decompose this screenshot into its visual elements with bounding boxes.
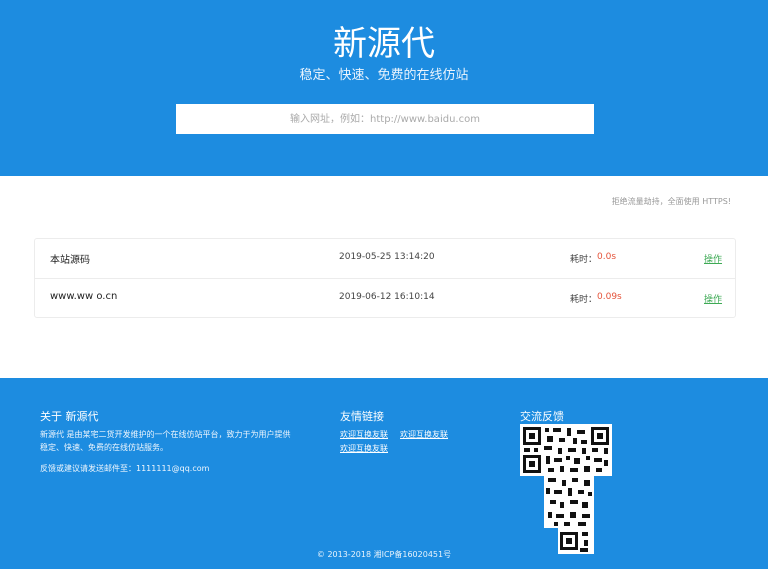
record-cost-label: 耗时： [570, 255, 598, 265]
record-action-link[interactable]: 操作 [704, 252, 722, 265]
https-notice: 拒绝流量劫持，全面使用 HTTPS! [611, 197, 731, 206]
friend-link[interactable]: 欢迎互换友联 [400, 429, 448, 440]
record-time: 2019-05-25 13:14:20 [339, 252, 435, 262]
about-text-line-1: 新源代 是由某宅二货开发维护的一个在线仿站平台，致力于为用户提供 [40, 430, 291, 439]
contact-email-text: 反馈或建议请发送邮件至：1111111@qq.com [40, 464, 210, 473]
friend-link[interactable]: 欢迎互换友联 [340, 443, 388, 454]
record-action-link[interactable]: 操作 [704, 292, 722, 305]
hero-banner: 新源代 稳定、快速、免费的在线仿站 [0, 0, 768, 176]
record-time: 2019-06-12 16:10:14 [339, 292, 435, 302]
record-row: 本站源码 2019-05-25 13:14:20 耗时： 0.0s 操作 [35, 239, 735, 278]
copyright: © 2013-2018 湘ICP备16020451号 [316, 550, 452, 559]
record-name: 本站源码 [50, 255, 90, 266]
record-row: www.ww o.cn 2019-06-12 16:10:14 耗时： 0.09… [35, 278, 735, 317]
record-list: 本站源码 2019-05-25 13:14:20 耗时： 0.0s 操作 www… [34, 238, 736, 318]
record-cost: 0.09s [597, 292, 622, 302]
site-subtitle: 稳定、快速、免费的在线仿站 [299, 68, 469, 83]
record-cost-label: 耗时： [570, 295, 598, 305]
site-title: 新源代 [333, 24, 435, 64]
links-heading: 友情链接 [340, 410, 384, 423]
record-name: www.ww o.cn [50, 291, 118, 302]
friend-link[interactable]: 欢迎互换友联 [340, 429, 388, 440]
about-heading: 关于 新源代 [40, 410, 99, 423]
qr-code-icon [520, 424, 612, 554]
about-text-line-2: 稳定、快速、免费的在线仿站服务。 [40, 443, 168, 452]
url-input[interactable] [176, 104, 594, 134]
record-cost: 0.0s [597, 252, 617, 262]
feedback-heading: 交流反馈 [520, 410, 564, 423]
